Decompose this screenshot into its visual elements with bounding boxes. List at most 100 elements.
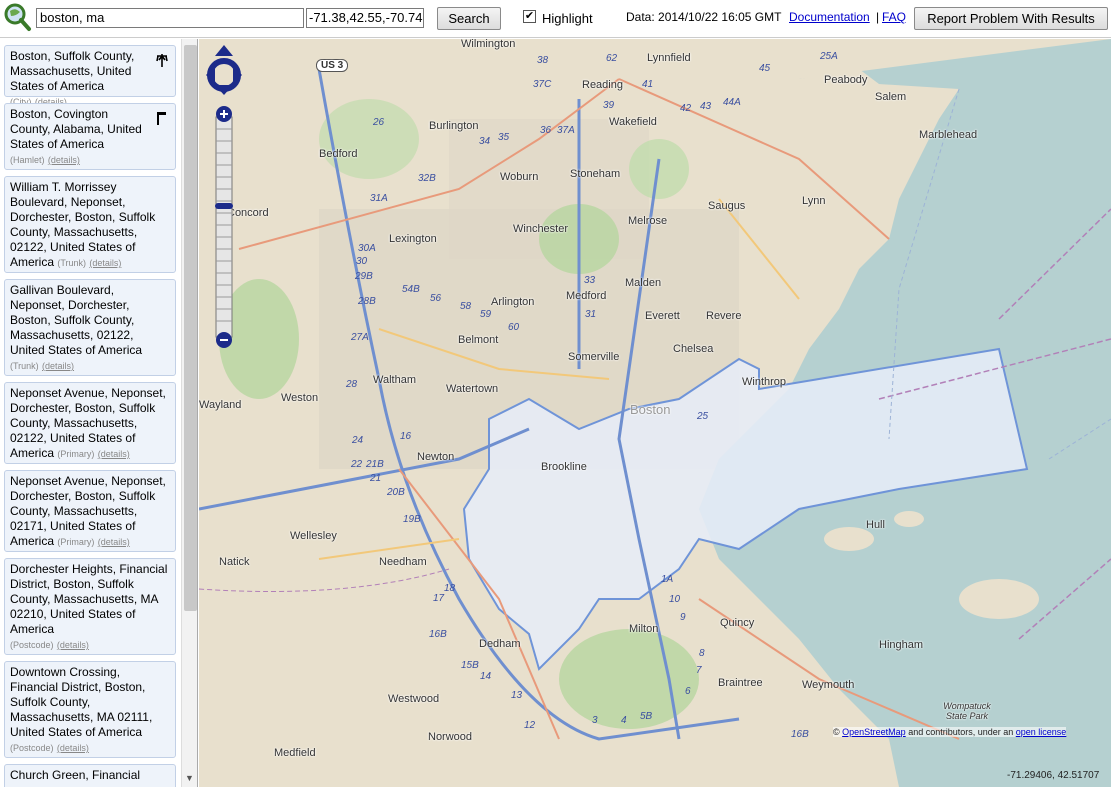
route-label: 20B [387, 487, 405, 498]
result-type: (Postcode) [10, 640, 54, 650]
sidebar-scrollbar[interactable]: ▼ [181, 39, 197, 787]
place-label: Milton [629, 623, 659, 635]
result-item[interactable]: Dorchester Heights, Financial District, … [4, 558, 176, 655]
route-label: 6 [685, 686, 691, 697]
place-label: Lynn [802, 195, 826, 207]
route-label: 19B [403, 514, 421, 525]
openstreetmap-link[interactable]: OpenStreetMap [842, 727, 906, 737]
route-label: 21 [370, 473, 382, 484]
pan-control-icon[interactable] [206, 45, 242, 95]
documentation-link[interactable]: Documentation [789, 10, 870, 24]
result-details-link[interactable]: (details) [57, 743, 89, 753]
route-label: 24 [352, 435, 364, 446]
city-icon [156, 54, 168, 67]
result-item[interactable]: Neponset Avenue, Neponset, Dorchester, B… [4, 382, 176, 464]
route-label: 8 [699, 648, 705, 659]
place-label: Winthrop [742, 376, 787, 388]
route-label: 42 [680, 103, 692, 114]
route-label: 54B [402, 284, 420, 295]
route-label: 21B [366, 459, 384, 470]
nominatim-logo-icon[interactable] [2, 2, 32, 32]
result-details-link[interactable]: (details) [57, 640, 89, 650]
result-item[interactable]: Boston, Covington County, Alabama, Unite… [4, 103, 176, 170]
place-label: Woburn [500, 171, 539, 183]
map-view[interactable]: Wilmington Lynnfield Peabody Salem Marbl… [199, 39, 1111, 787]
route-label: 3 [592, 715, 598, 726]
viewbox-input[interactable]: -71.38,42.55,-70.74,42.2 [306, 8, 424, 28]
link-separator: | [876, 10, 880, 24]
hamlet-flag-icon [157, 112, 166, 125]
route-label: 5B [640, 711, 653, 722]
attribution-text: © OpenStreetMap and contributors, under … [833, 727, 1067, 737]
scroll-down-arrow-icon[interactable]: ▼ [185, 773, 194, 783]
route-label: 13 [511, 690, 523, 701]
map-attribution: © OpenStreetMap and contributors, under … [833, 727, 1067, 737]
place-label: Waltham [373, 374, 416, 386]
scrollbar-thumb[interactable] [184, 45, 197, 611]
route-label: 34 [479, 136, 491, 147]
faq-link[interactable]: FAQ [882, 10, 906, 24]
place-label: Dedham [479, 638, 521, 650]
zoom-slider[interactable] [214, 105, 234, 349]
open-license-link[interactable]: open license [1016, 727, 1067, 737]
result-type: (Postcode) [10, 743, 54, 753]
result-item[interactable]: Gallivan Boulevard, Neponset, Dorchester… [4, 279, 176, 376]
route-label: 14 [480, 671, 492, 682]
place-label: Lynnfield [647, 52, 691, 64]
highlight-checkbox[interactable]: ✔ [523, 10, 536, 23]
place-label: Westwood [388, 693, 440, 705]
route-label: 7 [696, 665, 702, 676]
route-label: 58 [460, 301, 472, 312]
place-label: Chelsea [673, 343, 714, 355]
place-label: Newton [417, 451, 455, 463]
route-label: 31 [585, 309, 597, 320]
place-label: Marblehead [919, 129, 978, 141]
result-details-link[interactable]: (details) [48, 155, 80, 165]
route-label: 27A [351, 332, 369, 343]
route-label: 29B [355, 271, 373, 282]
route-label: 39 [603, 100, 615, 111]
data-date-text: Data: 2014/10/22 16:05 GMT [626, 10, 782, 24]
route-label: 4 [621, 715, 627, 726]
result-details-link[interactable]: (details) [89, 258, 121, 268]
result-details-link[interactable]: (details) [98, 449, 130, 459]
route-label: 25 [697, 411, 709, 422]
result-item[interactable]: Church Green, Financial [4, 764, 176, 787]
route-label: 30 [356, 256, 368, 267]
result-details-link[interactable]: (details) [98, 537, 130, 547]
place-label: Hingham [879, 639, 924, 651]
place-label: Somerville [568, 351, 620, 363]
result-item[interactable]: Boston, Suffolk County, Massachusetts, U… [4, 45, 176, 107]
place-label: Wellesley [290, 530, 337, 542]
place-label: Quincy [720, 617, 755, 629]
report-problem-button[interactable]: Report Problem With Results [914, 7, 1108, 30]
place-label: Reading [582, 79, 623, 91]
place-label: Weymouth [802, 679, 855, 691]
place-label: Lexington [389, 233, 437, 245]
highlight-label: Highlight [542, 11, 593, 26]
place-label: Brookline [541, 461, 587, 473]
route-label: 22 [351, 459, 363, 470]
search-button[interactable]: Search [437, 7, 501, 30]
result-details-link[interactable]: (details) [42, 361, 74, 371]
result-type: (Trunk) [57, 258, 87, 268]
place-label: Watertown [446, 383, 499, 395]
result-item[interactable]: Neponset Avenue, Neponset, Dorchester, B… [4, 470, 176, 552]
search-input[interactable]: boston, ma [36, 8, 304, 28]
place-label: Braintree [718, 677, 763, 689]
place-label: Melrose [628, 215, 668, 227]
route-label: 18 [444, 583, 456, 594]
route-label: 56 [430, 293, 442, 304]
route-label: 16B [429, 629, 447, 640]
place-label: Winchester [513, 223, 569, 235]
place-label: Stoneham [570, 168, 621, 180]
route-label: 37A [557, 125, 575, 136]
route-label: 30A [358, 243, 376, 254]
result-item[interactable]: William T. Morrissey Boulevard, Neponset… [4, 176, 176, 273]
result-type: (Hamlet) [10, 155, 45, 165]
route-label: 31A [370, 193, 388, 204]
result-item[interactable]: Downtown Crossing, Financial District, B… [4, 661, 176, 758]
place-label: Revere [706, 310, 742, 322]
place-label: Natick [219, 556, 250, 568]
route-label: 12 [524, 720, 536, 731]
